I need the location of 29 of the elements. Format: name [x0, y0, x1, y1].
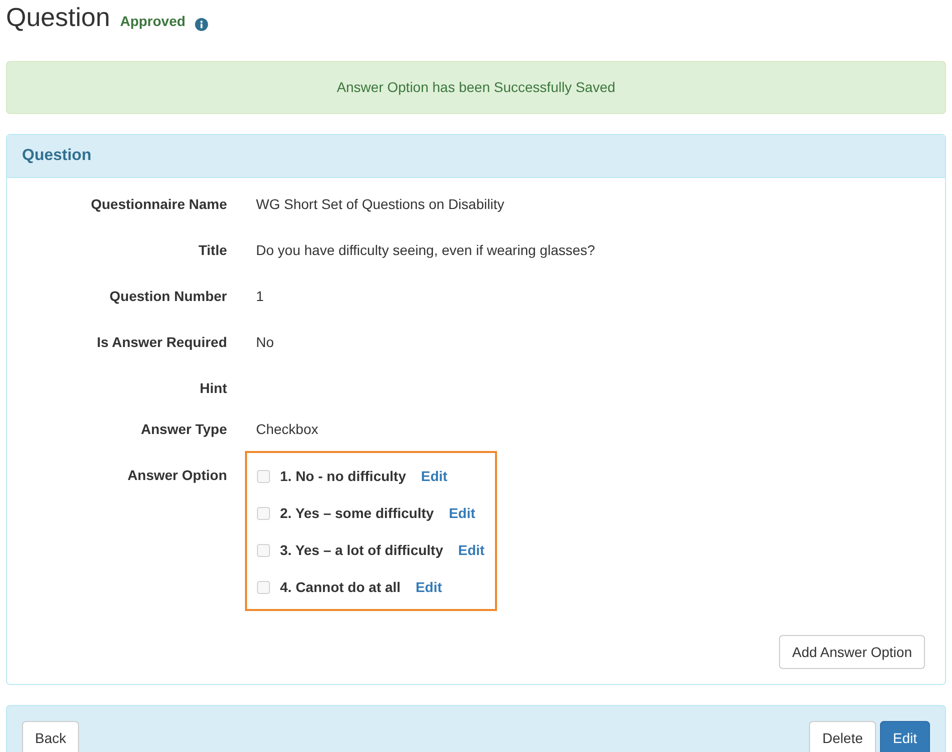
answer-option-text: 2. Yes – some difficulty [280, 504, 434, 523]
back-button[interactable]: Back [22, 721, 80, 752]
panel-heading: Question [7, 135, 945, 178]
status-label: Approved [120, 12, 186, 31]
field-label: Answer Option [127, 467, 227, 483]
field-value: No [256, 334, 274, 350]
field-value: 1 [256, 288, 264, 304]
field-value: Do you have difficulty seeing, even if wearing glasses? [256, 242, 596, 258]
edit-link[interactable]: Edit [448, 503, 476, 524]
field-label: Question Number [110, 288, 227, 304]
edit-link[interactable]: Edit [458, 540, 485, 561]
field-label: Is Answer Required [96, 334, 227, 350]
info-icon [195, 18, 208, 30]
answer-option-text: 4. Cannot do at all [280, 578, 401, 597]
answer-option-text: 1. No - no difficulty [280, 467, 406, 486]
field-value: WG Short Set of Questions on Disability [256, 196, 504, 212]
answer-option-text: 3. Yes – a lot of difficulty [280, 541, 444, 560]
field-label: Hint [200, 380, 227, 396]
success-alert: Answer Option has been Successfully Saved [6, 61, 946, 114]
field-value: Checkbox [256, 421, 318, 437]
page-title: Question [6, 2, 110, 32]
edit-link[interactable]: Edit [421, 466, 448, 487]
field-label: Title [198, 242, 227, 258]
field-label: Answer Type [140, 421, 227, 437]
edit-button[interactable]: Edit [880, 721, 930, 752]
delete-button[interactable]: Delete [809, 721, 876, 752]
edit-link[interactable]: Edit [416, 577, 442, 598]
add-answer-option-button[interactable]: Add Answer Option [779, 635, 925, 669]
field-label: Questionnaire Name [90, 196, 227, 212]
